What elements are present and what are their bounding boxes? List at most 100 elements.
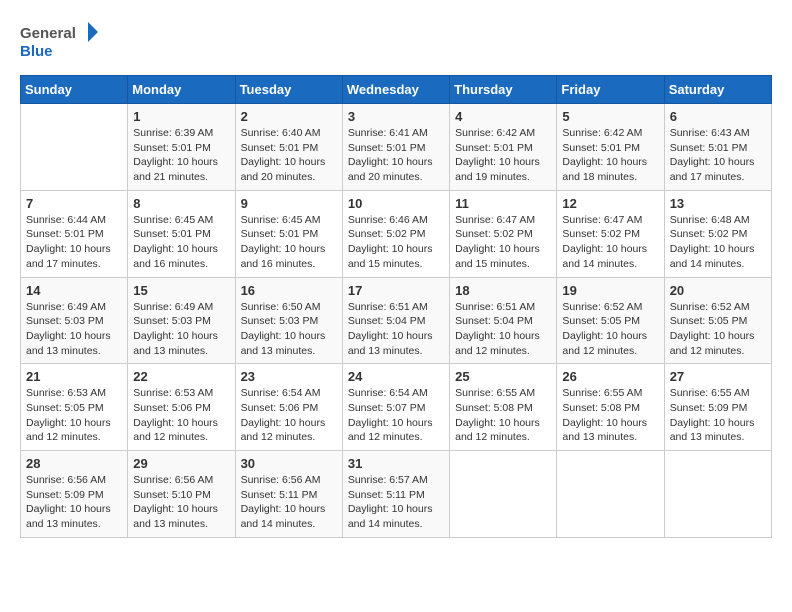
calendar-cell: 29 Sunrise: 6:56 AM Sunset: 5:10 PM Dayli… (128, 451, 235, 538)
day-info: Sunrise: 6:40 AM Sunset: 5:01 PM Dayligh… (241, 126, 337, 185)
calendar-cell (664, 451, 771, 538)
day-info: Sunrise: 6:47 AM Sunset: 5:02 PM Dayligh… (562, 213, 658, 272)
calendar-cell (21, 104, 128, 191)
day-info: Sunrise: 6:53 AM Sunset: 5:05 PM Dayligh… (26, 386, 122, 445)
day-info: Sunrise: 6:49 AM Sunset: 5:03 PM Dayligh… (26, 300, 122, 359)
day-number: 4 (455, 109, 551, 124)
day-number: 29 (133, 456, 229, 471)
day-number: 27 (670, 369, 766, 384)
calendar-cell: 14Sunrise: 6:49 AM Sunset: 5:03 PM Dayli… (21, 277, 128, 364)
day-info: Sunrise: 6:45 AM Sunset: 5:01 PM Dayligh… (133, 213, 229, 272)
calendar-week-4: 21 Sunrise: 6:53 AM Sunset: 5:05 PM Dayli… (21, 364, 772, 451)
calendar-cell: 5Sunrise: 6:42 AM Sunset: 5:01 PM Daylig… (557, 104, 664, 191)
column-header-monday: Monday (128, 76, 235, 104)
day-info: Sunrise: 6:54 AM Sunset: 5:07 PM Dayligh… (348, 386, 444, 445)
calendar-cell: 9 Sunrise: 6:45 AM Sunset: 5:01 PM Daylig… (235, 190, 342, 277)
day-info: Sunrise: 6:41 AM Sunset: 5:01 PM Dayligh… (348, 126, 444, 185)
day-info: Sunrise: 6:51 AM Sunset: 5:04 PM Dayligh… (348, 300, 444, 359)
day-number: 13 (670, 196, 766, 211)
day-number: 10 (348, 196, 444, 211)
calendar-table: SundayMondayTuesdayWednesdayThursdayFrid… (20, 75, 772, 538)
calendar-cell: 6 Sunrise: 6:43 AM Sunset: 5:01 PM Daylig… (664, 104, 771, 191)
day-info: Sunrise: 6:54 AM Sunset: 5:06 PM Dayligh… (241, 386, 337, 445)
day-info: Sunrise: 6:45 AM Sunset: 5:01 PM Dayligh… (241, 213, 337, 272)
day-info: Sunrise: 6:56 AM Sunset: 5:11 PM Dayligh… (241, 473, 337, 532)
calendar-cell: 17 Sunrise: 6:51 AM Sunset: 5:04 PM Dayli… (342, 277, 449, 364)
day-number: 1 (133, 109, 229, 124)
day-info: Sunrise: 6:51 AM Sunset: 5:04 PM Dayligh… (455, 300, 551, 359)
day-number: 31 (348, 456, 444, 471)
day-info: Sunrise: 6:56 AM Sunset: 5:09 PM Dayligh… (26, 473, 122, 532)
day-number: 9 (241, 196, 337, 211)
logo-svg: General Blue (20, 20, 100, 65)
calendar-cell: 16Sunrise: 6:50 AM Sunset: 5:03 PM Dayli… (235, 277, 342, 364)
day-number: 21 (26, 369, 122, 384)
header-row: SundayMondayTuesdayWednesdayThursdayFrid… (21, 76, 772, 104)
day-number: 28 (26, 456, 122, 471)
calendar-cell: 25 Sunrise: 6:55 AM Sunset: 5:08 PM Dayli… (450, 364, 557, 451)
calendar-week-1: 1 Sunrise: 6:39 AM Sunset: 5:01 PM Daylig… (21, 104, 772, 191)
calendar-cell: 22 Sunrise: 6:53 AM Sunset: 5:06 PM Dayli… (128, 364, 235, 451)
svg-text:General: General (20, 25, 76, 42)
calendar-cell: 23 Sunrise: 6:54 AM Sunset: 5:06 PM Dayli… (235, 364, 342, 451)
day-info: Sunrise: 6:55 AM Sunset: 5:08 PM Dayligh… (455, 386, 551, 445)
day-number: 30 (241, 456, 337, 471)
day-info: Sunrise: 6:39 AM Sunset: 5:01 PM Dayligh… (133, 126, 229, 185)
day-number: 2 (241, 109, 337, 124)
column-header-saturday: Saturday (664, 76, 771, 104)
day-number: 5 (562, 109, 658, 124)
calendar-cell: 18Sunrise: 6:51 AM Sunset: 5:04 PM Dayli… (450, 277, 557, 364)
day-number: 3 (348, 109, 444, 124)
calendar-cell: 28 Sunrise: 6:56 AM Sunset: 5:09 PM Dayli… (21, 451, 128, 538)
logo: General Blue (20, 20, 100, 65)
calendar-cell: 7 Sunrise: 6:44 AM Sunset: 5:01 PM Daylig… (21, 190, 128, 277)
day-info: Sunrise: 6:44 AM Sunset: 5:01 PM Dayligh… (26, 213, 122, 272)
day-info: Sunrise: 6:43 AM Sunset: 5:01 PM Dayligh… (670, 126, 766, 185)
header: General Blue (20, 20, 772, 65)
day-number: 6 (670, 109, 766, 124)
calendar-cell: 3 Sunrise: 6:41 AM Sunset: 5:01 PM Daylig… (342, 104, 449, 191)
calendar-week-3: 14Sunrise: 6:49 AM Sunset: 5:03 PM Dayli… (21, 277, 772, 364)
calendar-cell: 24 Sunrise: 6:54 AM Sunset: 5:07 PM Dayli… (342, 364, 449, 451)
day-number: 22 (133, 369, 229, 384)
day-number: 12 (562, 196, 658, 211)
day-number: 17 (348, 283, 444, 298)
day-number: 25 (455, 369, 551, 384)
calendar-cell: 21 Sunrise: 6:53 AM Sunset: 5:05 PM Dayli… (21, 364, 128, 451)
calendar-cell: 30 Sunrise: 6:56 AM Sunset: 5:11 PM Dayli… (235, 451, 342, 538)
calendar-week-5: 28 Sunrise: 6:56 AM Sunset: 5:09 PM Dayli… (21, 451, 772, 538)
column-header-friday: Friday (557, 76, 664, 104)
calendar-cell: 31 Sunrise: 6:57 AM Sunset: 5:11 PM Dayli… (342, 451, 449, 538)
day-number: 11 (455, 196, 551, 211)
day-info: Sunrise: 6:57 AM Sunset: 5:11 PM Dayligh… (348, 473, 444, 532)
column-header-tuesday: Tuesday (235, 76, 342, 104)
calendar-cell: 8 Sunrise: 6:45 AM Sunset: 5:01 PM Daylig… (128, 190, 235, 277)
column-header-thursday: Thursday (450, 76, 557, 104)
calendar-cell: 4Sunrise: 6:42 AM Sunset: 5:01 PM Daylig… (450, 104, 557, 191)
calendar-cell: 27 Sunrise: 6:55 AM Sunset: 5:09 PM Dayli… (664, 364, 771, 451)
day-number: 15 (133, 283, 229, 298)
day-info: Sunrise: 6:55 AM Sunset: 5:09 PM Dayligh… (670, 386, 766, 445)
calendar-cell: 2 Sunrise: 6:40 AM Sunset: 5:01 PM Daylig… (235, 104, 342, 191)
day-number: 8 (133, 196, 229, 211)
day-info: Sunrise: 6:46 AM Sunset: 5:02 PM Dayligh… (348, 213, 444, 272)
day-info: Sunrise: 6:52 AM Sunset: 5:05 PM Dayligh… (670, 300, 766, 359)
day-number: 16 (241, 283, 337, 298)
day-number: 19 (562, 283, 658, 298)
calendar-week-2: 7 Sunrise: 6:44 AM Sunset: 5:01 PM Daylig… (21, 190, 772, 277)
calendar-cell: 20Sunrise: 6:52 AM Sunset: 5:05 PM Dayli… (664, 277, 771, 364)
day-number: 23 (241, 369, 337, 384)
day-info: Sunrise: 6:56 AM Sunset: 5:10 PM Dayligh… (133, 473, 229, 532)
day-info: Sunrise: 6:53 AM Sunset: 5:06 PM Dayligh… (133, 386, 229, 445)
day-number: 26 (562, 369, 658, 384)
calendar-cell: 15Sunrise: 6:49 AM Sunset: 5:03 PM Dayli… (128, 277, 235, 364)
column-header-wednesday: Wednesday (342, 76, 449, 104)
calendar-cell (450, 451, 557, 538)
calendar-cell: 26Sunrise: 6:55 AM Sunset: 5:08 PM Dayli… (557, 364, 664, 451)
day-info: Sunrise: 6:47 AM Sunset: 5:02 PM Dayligh… (455, 213, 551, 272)
calendar-cell (557, 451, 664, 538)
day-number: 24 (348, 369, 444, 384)
calendar-cell: 1 Sunrise: 6:39 AM Sunset: 5:01 PM Daylig… (128, 104, 235, 191)
day-number: 7 (26, 196, 122, 211)
day-info: Sunrise: 6:52 AM Sunset: 5:05 PM Dayligh… (562, 300, 658, 359)
